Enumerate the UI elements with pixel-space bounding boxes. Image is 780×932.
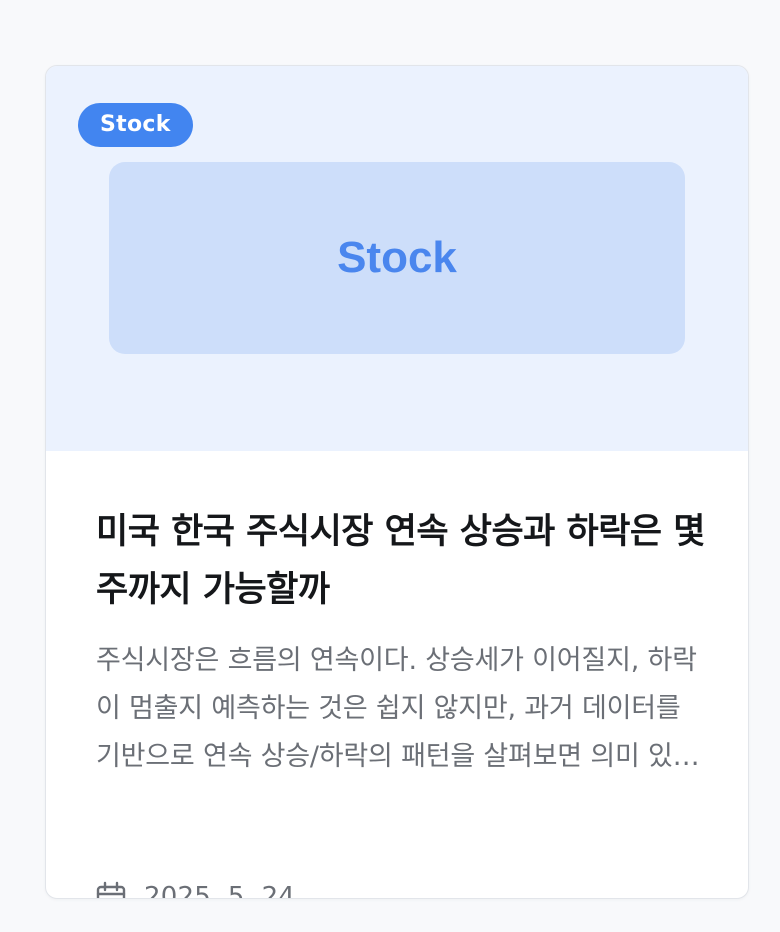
calendar-icon (96, 881, 126, 898)
post-card[interactable]: Stock Stock 미국 한국 주식시장 연속 상승과 하락은 몇 주까지 … (45, 65, 749, 899)
post-excerpt: 주식시장은 흐름의 연속이다. 상승세가 이어질지, 하락이 멈출지 예측하는 … (96, 645, 698, 772)
post-title[interactable]: 미국 한국 주식시장 연속 상승과 하락은 몇 주까지 가능할까 (96, 503, 706, 619)
post-meta: 2025. 5. 24. (96, 877, 304, 899)
thumbnail-label: Stock (337, 233, 457, 282)
post-thumbnail[interactable]: Stock Stock (46, 66, 748, 451)
category-badge: Stock (78, 103, 193, 147)
thumbnail-placeholder: Stock (109, 162, 685, 354)
post-date: 2025. 5. 24. (144, 882, 304, 899)
